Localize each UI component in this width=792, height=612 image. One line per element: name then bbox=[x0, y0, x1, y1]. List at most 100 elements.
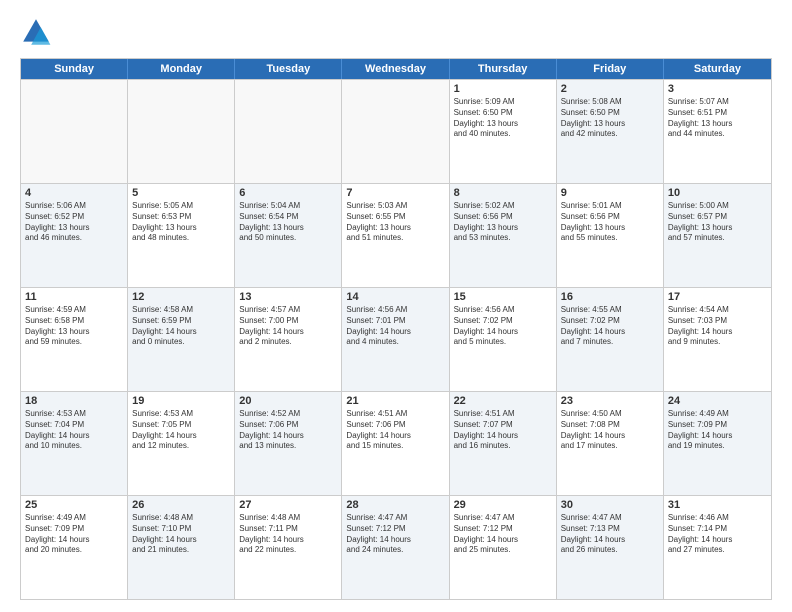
day-number: 25 bbox=[25, 499, 123, 511]
day-number: 17 bbox=[668, 291, 767, 303]
day-number: 29 bbox=[454, 499, 552, 511]
day-info: Sunrise: 4:57 AM Sunset: 7:00 PM Dayligh… bbox=[239, 305, 337, 348]
empty-cell bbox=[235, 80, 342, 183]
day-info: Sunrise: 4:56 AM Sunset: 7:02 PM Dayligh… bbox=[454, 305, 552, 348]
day-number: 11 bbox=[25, 291, 123, 303]
day-cell-18: 18 Sunrise: 4:53 AM Sunset: 7:04 PM Dayli… bbox=[21, 392, 128, 495]
day-number: 28 bbox=[346, 499, 444, 511]
day-number: 16 bbox=[561, 291, 659, 303]
day-info: Sunrise: 4:51 AM Sunset: 7:06 PM Dayligh… bbox=[346, 409, 444, 452]
day-cell-4: 4 Sunrise: 5:06 AM Sunset: 6:52 PM Daylig… bbox=[21, 184, 128, 287]
day-number: 1 bbox=[454, 83, 552, 95]
day-number: 9 bbox=[561, 187, 659, 199]
day-info: Sunrise: 5:08 AM Sunset: 6:50 PM Dayligh… bbox=[561, 97, 659, 140]
day-info: Sunrise: 4:53 AM Sunset: 7:04 PM Dayligh… bbox=[25, 409, 123, 452]
day-number: 4 bbox=[25, 187, 123, 199]
day-info: Sunrise: 4:48 AM Sunset: 7:11 PM Dayligh… bbox=[239, 513, 337, 556]
day-cell-20: 20Sunrise: 4:52 AM Sunset: 7:06 PM Dayli… bbox=[235, 392, 342, 495]
weekday-header-saturday: Saturday bbox=[664, 59, 771, 79]
weekday-header-sunday: Sunday bbox=[21, 59, 128, 79]
day-cell-9: 9 Sunrise: 5:01 AM Sunset: 6:56 PM Daylig… bbox=[557, 184, 664, 287]
weekday-header-thursday: Thursday bbox=[450, 59, 557, 79]
day-info: Sunrise: 4:50 AM Sunset: 7:08 PM Dayligh… bbox=[561, 409, 659, 452]
day-number: 30 bbox=[561, 499, 659, 511]
day-number: 27 bbox=[239, 499, 337, 511]
day-info: Sunrise: 5:07 AM Sunset: 6:51 PM Dayligh… bbox=[668, 97, 767, 140]
day-info: Sunrise: 5:00 AM Sunset: 6:57 PM Dayligh… bbox=[668, 201, 767, 244]
day-cell-13: 13 Sunrise: 4:57 AM Sunset: 7:00 PM Dayli… bbox=[235, 288, 342, 391]
day-number: 10 bbox=[668, 187, 767, 199]
logo bbox=[20, 16, 56, 48]
day-number: 14 bbox=[346, 291, 444, 303]
empty-cell bbox=[21, 80, 128, 183]
day-info: Sunrise: 4:48 AM Sunset: 7:10 PM Dayligh… bbox=[132, 513, 230, 556]
day-number: 12 bbox=[132, 291, 230, 303]
day-number: 15 bbox=[454, 291, 552, 303]
day-info: Sunrise: 4:47 AM Sunset: 7:12 PM Dayligh… bbox=[454, 513, 552, 556]
day-info: Sunrise: 4:58 AM Sunset: 6:59 PM Dayligh… bbox=[132, 305, 230, 348]
calendar-header: SundayMondayTuesdayWednesdayThursdayFrid… bbox=[21, 59, 771, 79]
day-info: Sunrise: 4:54 AM Sunset: 7:03 PM Dayligh… bbox=[668, 305, 767, 348]
day-number: 5 bbox=[132, 187, 230, 199]
calendar-body: 1Sunrise: 5:09 AM Sunset: 6:50 PM Daylig… bbox=[21, 79, 771, 599]
day-number: 26 bbox=[132, 499, 230, 511]
day-cell-30: 30 Sunrise: 4:47 AM Sunset: 7:13 PM Dayli… bbox=[557, 496, 664, 599]
day-info: Sunrise: 4:55 AM Sunset: 7:02 PM Dayligh… bbox=[561, 305, 659, 348]
day-number: 20 bbox=[239, 395, 337, 407]
empty-cell bbox=[128, 80, 235, 183]
day-cell-6: 6 Sunrise: 5:04 AM Sunset: 6:54 PM Daylig… bbox=[235, 184, 342, 287]
weekday-header-wednesday: Wednesday bbox=[342, 59, 449, 79]
day-info: Sunrise: 4:49 AM Sunset: 7:09 PM Dayligh… bbox=[668, 409, 767, 452]
day-cell-12: 12 Sunrise: 4:58 AM Sunset: 6:59 PM Dayli… bbox=[128, 288, 235, 391]
day-number: 23 bbox=[561, 395, 659, 407]
day-number: 8 bbox=[454, 187, 552, 199]
day-cell-25: 25Sunrise: 4:49 AM Sunset: 7:09 PM Dayli… bbox=[21, 496, 128, 599]
header bbox=[20, 16, 772, 48]
day-info: Sunrise: 4:59 AM Sunset: 6:58 PM Dayligh… bbox=[25, 305, 123, 348]
day-info: Sunrise: 4:56 AM Sunset: 7:01 PM Dayligh… bbox=[346, 305, 444, 348]
calendar-row-1: 4 Sunrise: 5:06 AM Sunset: 6:52 PM Daylig… bbox=[21, 183, 771, 287]
day-info: Sunrise: 5:06 AM Sunset: 6:52 PM Dayligh… bbox=[25, 201, 123, 244]
day-number: 3 bbox=[668, 83, 767, 95]
day-number: 7 bbox=[346, 187, 444, 199]
day-number: 18 bbox=[25, 395, 123, 407]
day-info: Sunrise: 5:03 AM Sunset: 6:55 PM Dayligh… bbox=[346, 201, 444, 244]
calendar: SundayMondayTuesdayWednesdayThursdayFrid… bbox=[20, 58, 772, 600]
day-cell-27: 27 Sunrise: 4:48 AM Sunset: 7:11 PM Dayli… bbox=[235, 496, 342, 599]
day-cell-15: 15 Sunrise: 4:56 AM Sunset: 7:02 PM Dayli… bbox=[450, 288, 557, 391]
day-cell-14: 14 Sunrise: 4:56 AM Sunset: 7:01 PM Dayli… bbox=[342, 288, 449, 391]
day-cell-8: 8Sunrise: 5:02 AM Sunset: 6:56 PM Daylig… bbox=[450, 184, 557, 287]
weekday-header-monday: Monday bbox=[128, 59, 235, 79]
day-number: 31 bbox=[668, 499, 767, 511]
day-info: Sunrise: 4:47 AM Sunset: 7:13 PM Dayligh… bbox=[561, 513, 659, 556]
day-cell-16: 16 Sunrise: 4:55 AM Sunset: 7:02 PM Dayli… bbox=[557, 288, 664, 391]
day-number: 19 bbox=[132, 395, 230, 407]
day-cell-17: 17 Sunrise: 4:54 AM Sunset: 7:03 PM Dayli… bbox=[664, 288, 771, 391]
day-info: Sunrise: 5:05 AM Sunset: 6:53 PM Dayligh… bbox=[132, 201, 230, 244]
page: SundayMondayTuesdayWednesdayThursdayFrid… bbox=[0, 0, 792, 612]
day-number: 13 bbox=[239, 291, 337, 303]
calendar-row-3: 18 Sunrise: 4:53 AM Sunset: 7:04 PM Dayli… bbox=[21, 391, 771, 495]
day-cell-3: 3 Sunrise: 5:07 AM Sunset: 6:51 PM Daylig… bbox=[664, 80, 771, 183]
day-cell-5: 5 Sunrise: 5:05 AM Sunset: 6:53 PM Daylig… bbox=[128, 184, 235, 287]
day-cell-2: 2 Sunrise: 5:08 AM Sunset: 6:50 PM Daylig… bbox=[557, 80, 664, 183]
day-number: 2 bbox=[561, 83, 659, 95]
day-cell-26: 26 Sunrise: 4:48 AM Sunset: 7:10 PM Dayli… bbox=[128, 496, 235, 599]
day-cell-19: 19Sunrise: 4:53 AM Sunset: 7:05 PM Dayli… bbox=[128, 392, 235, 495]
day-cell-23: 23 Sunrise: 4:50 AM Sunset: 7:08 PM Dayli… bbox=[557, 392, 664, 495]
calendar-row-2: 11 Sunrise: 4:59 AM Sunset: 6:58 PM Dayli… bbox=[21, 287, 771, 391]
day-number: 6 bbox=[239, 187, 337, 199]
day-info: Sunrise: 4:46 AM Sunset: 7:14 PM Dayligh… bbox=[668, 513, 767, 556]
logo-icon bbox=[20, 16, 52, 48]
day-cell-10: 10 Sunrise: 5:00 AM Sunset: 6:57 PM Dayli… bbox=[664, 184, 771, 287]
calendar-row-4: 25Sunrise: 4:49 AM Sunset: 7:09 PM Dayli… bbox=[21, 495, 771, 599]
day-info: Sunrise: 5:04 AM Sunset: 6:54 PM Dayligh… bbox=[239, 201, 337, 244]
day-cell-11: 11 Sunrise: 4:59 AM Sunset: 6:58 PM Dayli… bbox=[21, 288, 128, 391]
day-info: Sunrise: 5:01 AM Sunset: 6:56 PM Dayligh… bbox=[561, 201, 659, 244]
day-number: 22 bbox=[454, 395, 552, 407]
empty-cell bbox=[342, 80, 449, 183]
day-cell-29: 29 Sunrise: 4:47 AM Sunset: 7:12 PM Dayli… bbox=[450, 496, 557, 599]
day-cell-21: 21Sunrise: 4:51 AM Sunset: 7:06 PM Dayli… bbox=[342, 392, 449, 495]
day-cell-7: 7 Sunrise: 5:03 AM Sunset: 6:55 PM Daylig… bbox=[342, 184, 449, 287]
day-cell-1: 1Sunrise: 5:09 AM Sunset: 6:50 PM Daylig… bbox=[450, 80, 557, 183]
